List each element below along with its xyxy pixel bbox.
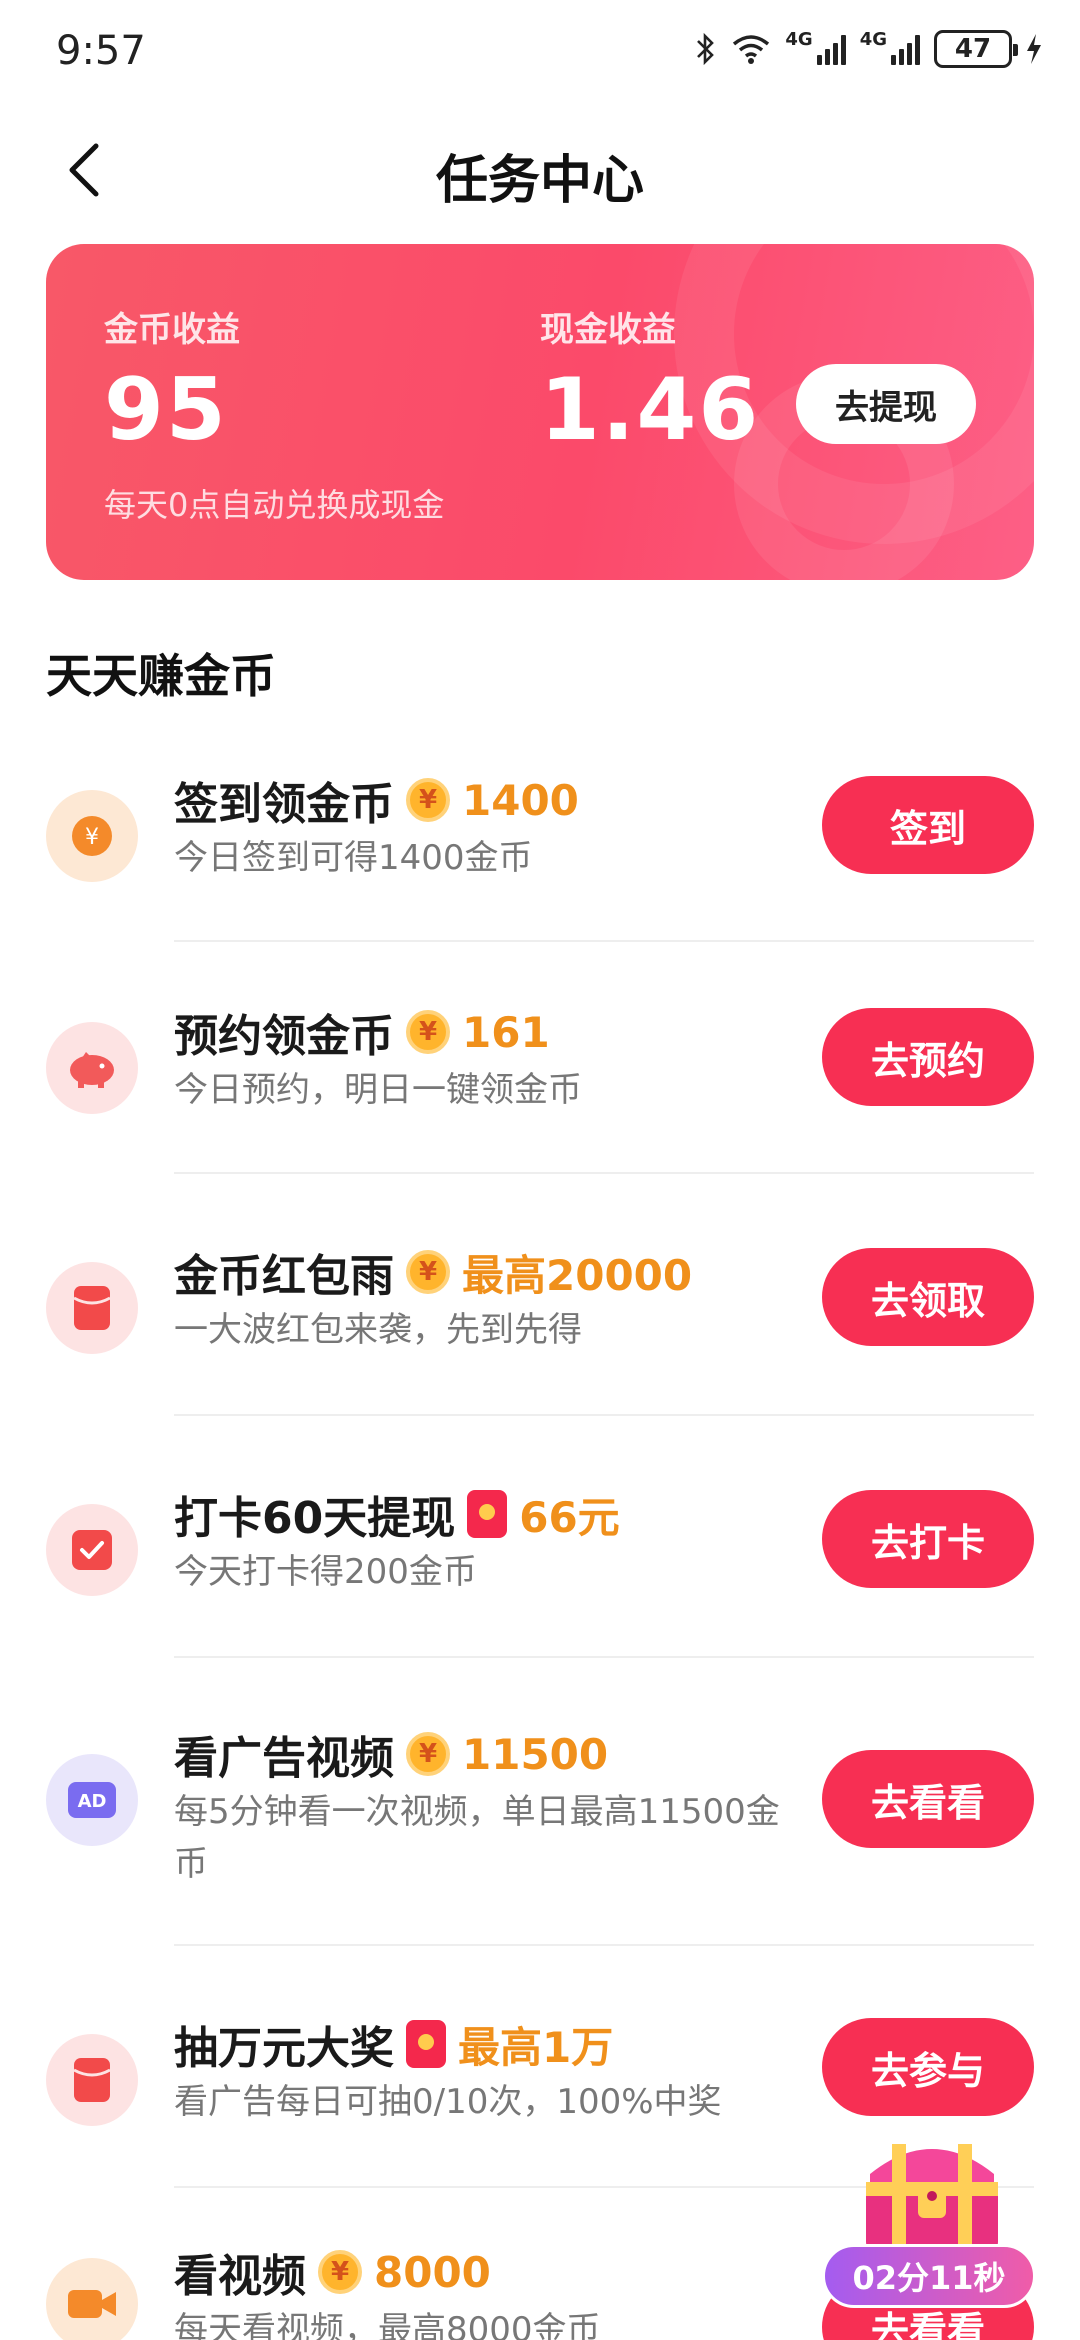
signal-icon-2 <box>891 33 920 65</box>
countdown-timer: 02分11秒 <box>822 2244 1036 2308</box>
cash-earnings-value: 1.46 <box>540 360 761 460</box>
task-description: 今日签到可得1400金币 <box>174 838 533 878</box>
status-time: 9:57 <box>56 28 146 74</box>
bluetooth-icon <box>697 32 715 66</box>
task-description: 每5分钟看一次视频，单日最高11500金币 <box>174 1792 780 1884</box>
header: 任务中心 <box>0 110 1080 230</box>
divider <box>174 1656 1034 1658</box>
watch-ad-button[interactable]: 去看看 <box>822 1750 1034 1848</box>
task-reward: 161 <box>462 1007 550 1057</box>
task-title: 打卡60天提现 <box>174 1493 456 1544</box>
task-reward: 11500 <box>462 1729 609 1779</box>
svg-text:¥: ¥ <box>85 825 99 850</box>
battery-level: 47 <box>954 34 992 64</box>
task-description: 每天看视频，最高8000金币 <box>174 2310 601 2340</box>
section-title: 天天赚金币 <box>46 649 276 703</box>
coin-icon: ¥ <box>318 2250 362 2294</box>
checkbox-icon <box>46 1504 138 1596</box>
participate-button[interactable]: 去参与 <box>822 2018 1034 2116</box>
exchange-note: 每天0点自动兑换成现金 <box>104 486 445 524</box>
punch-in-button[interactable]: 去打卡 <box>822 1490 1034 1588</box>
task-title: 抽万元大奖 <box>174 2023 394 2074</box>
task-title: 预约领金币 <box>174 1011 394 1062</box>
wifi-icon <box>733 35 770 64</box>
coin-icon: ¥ <box>406 1732 450 1776</box>
task-reward: 1400 <box>462 775 579 825</box>
treasure-chest-icon <box>866 2144 998 2254</box>
status-icons: 4G 4G 47 <box>695 28 1042 68</box>
task-title: 看广告视频 <box>174 1733 394 1784</box>
checkin-button[interactable]: 签到 <box>822 776 1034 874</box>
task-title-row: 打卡60天提现 66元 <box>174 1482 620 1546</box>
red-envelope-icon <box>467 1490 508 1538</box>
coin-icon: ¥ <box>406 1010 450 1054</box>
task-reward: 66元 <box>519 1492 620 1542</box>
charging-icon <box>1027 34 1041 64</box>
claim-button[interactable]: 去领取 <box>822 1248 1034 1346</box>
task-title-row: 抽万元大奖 最高1万 <box>174 2012 613 2076</box>
task-description: 一大波红包来袭，先到先得 <box>174 1310 582 1350</box>
task-title: 看视频 <box>174 2251 306 2302</box>
red-envelope-icon <box>406 2020 446 2068</box>
task-description: 今天打卡得200金币 <box>174 1552 477 1592</box>
coin-earnings-label: 金币收益 <box>104 310 240 350</box>
signal-icon <box>816 33 846 65</box>
task-reward: 最高1万 <box>458 2022 614 2072</box>
coin-earnings-value: 95 <box>104 360 228 460</box>
task-title-row: 看视频 ¥ 8000 <box>174 2240 491 2304</box>
earnings-card: 金币收益 95 现金收益 1.46 每天0点自动兑换成现金 去提现 <box>46 244 1034 580</box>
divider <box>174 1944 1034 1946</box>
task-title-row: 签到领金币 ¥ 1400 <box>174 768 579 832</box>
svg-text:AD: AD <box>78 1791 107 1812</box>
cash-earnings-label: 现金收益 <box>540 310 676 350</box>
page-title: 任务中心 <box>435 151 644 211</box>
task-reward: 最高20000 <box>462 1250 693 1300</box>
task-reward: 8000 <box>374 2247 491 2297</box>
status-bar: 9:57 4G 4G 47 <box>0 0 1080 110</box>
red-envelope-icon <box>46 1262 138 1354</box>
reserve-button[interactable]: 去预约 <box>822 1008 1034 1106</box>
task-title-row: 看广告视频 ¥ 11500 <box>174 1722 608 1786</box>
video-camera-icon <box>46 2258 138 2340</box>
network-type-2: 4G <box>859 28 887 50</box>
battery-icon: 47 <box>934 30 1018 68</box>
coin-icon: ¥ <box>406 778 450 822</box>
task-description: 看广告每日可抽0/10次，100%中奖 <box>174 2082 722 2122</box>
task-title-row: 金币红包雨 ¥ 最高20000 <box>174 1240 692 1304</box>
ad-icon: AD <box>46 1754 138 1846</box>
coin-icon: ¥ <box>406 1250 450 1294</box>
divider <box>174 1414 1034 1416</box>
network-type-1: 4G <box>785 28 813 50</box>
yen-coin-icon: ¥ <box>46 790 138 882</box>
piggy-bank-icon <box>46 1022 138 1114</box>
task-title-row: 预约领金币 ¥ 161 <box>174 1000 550 1064</box>
task-description: 今日预约，明日一键领金币 <box>174 1070 582 1110</box>
task-title: 签到领金币 <box>174 779 394 830</box>
withdraw-button[interactable]: 去提现 <box>796 364 976 444</box>
red-envelope-icon <box>46 2034 138 2126</box>
task-title: 金币红包雨 <box>174 1251 394 1302</box>
divider <box>174 940 1034 942</box>
treasure-chest-widget[interactable]: 02分11秒 <box>822 2116 1036 2340</box>
divider <box>174 1172 1034 1174</box>
